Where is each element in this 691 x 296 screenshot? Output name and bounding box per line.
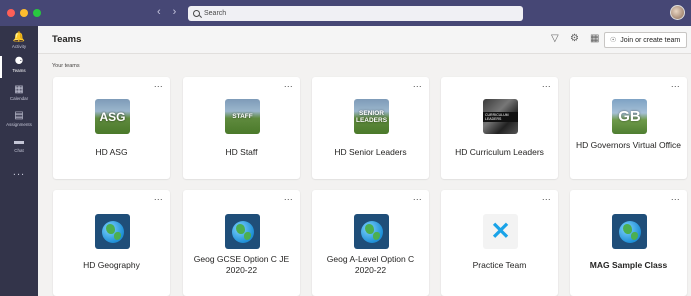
teams-app: ‹ › Search 🔔 Activity ⚈ Teams ▦ Calendar… <box>0 0 691 296</box>
team-name: HD Geography <box>83 260 140 270</box>
globe-icon <box>231 220 254 243</box>
calendar-icon: ▦ <box>14 84 24 95</box>
page-title: Teams <box>52 34 82 45</box>
team-card[interactable]: ... STAFF HD Staff <box>183 77 300 179</box>
team-logo: ✕ <box>483 214 518 249</box>
join-button-label: Join or create team <box>620 36 681 44</box>
more-options-icon[interactable]: ... <box>284 192 293 202</box>
more-options-icon[interactable]: ... <box>671 192 680 202</box>
team-card[interactable]: ... SENIOR LEADERS HD Senior Leaders <box>312 77 429 179</box>
team-logo <box>354 214 389 249</box>
rail-item-activity[interactable]: 🔔 Activity <box>0 32 38 49</box>
team-name: MAG Sample Class <box>589 260 668 270</box>
gear-icon[interactable]: ⚙ <box>570 34 580 44</box>
manage-teams-icon[interactable]: ▦ <box>590 34 600 44</box>
more-options-icon[interactable]: ... <box>542 79 551 89</box>
team-name: HD ASG <box>95 147 128 157</box>
team-name: HD Governors Virtual Office <box>575 140 682 150</box>
rail-item-teams[interactable]: ⚈ Teams <box>0 56 38 78</box>
teams-icon: ⚈ <box>14 56 24 67</box>
team-card[interactable]: ... GB HD Governors Virtual Office <box>570 77 687 179</box>
more-options-icon[interactable]: ... <box>671 79 680 89</box>
team-name: HD Staff <box>225 147 258 157</box>
team-card[interactable]: ... CURRICULUM LEADERS HD Curriculum Lea… <box>441 77 558 179</box>
team-name: HD Senior Leaders <box>334 147 407 157</box>
more-options-icon[interactable]: ... <box>154 79 163 89</box>
globe-icon <box>618 220 641 243</box>
rail-item-label: Activity <box>11 44 27 49</box>
team-card[interactable]: ... Geog GCSE Option C JE 2020-22 <box>183 190 300 296</box>
add-people-icon: ☉ <box>610 37 617 44</box>
window-controls <box>7 9 41 17</box>
logo-text: STAFF <box>232 113 253 120</box>
avatar[interactable] <box>670 5 685 20</box>
more-options-icon[interactable]: ... <box>413 192 422 202</box>
team-logo: CURRICULUM LEADERS <box>483 99 518 134</box>
chat-icon: ▬ <box>14 136 24 147</box>
teams-header: Teams ▽ ⚙ ▦ ☉ Join or create team <box>38 26 691 54</box>
logo-text: GB <box>618 108 641 125</box>
tools-icon: ✕ <box>490 218 511 245</box>
rail-item-label: Teams <box>12 68 26 73</box>
globe-icon <box>360 220 383 243</box>
maximize-window-button[interactable] <box>33 9 41 17</box>
team-name: Geog A-Level Option C 2020-22 <box>326 254 415 275</box>
rail-item-label: Assignments <box>6 122 32 127</box>
forward-arrow-icon[interactable]: › <box>173 7 177 18</box>
rail-item-assignments[interactable]: ▤ Assignments <box>0 110 38 127</box>
search-input[interactable]: Search <box>188 6 523 21</box>
team-logo: STAFF <box>225 99 260 134</box>
team-card[interactable]: ... MAG Sample Class <box>570 190 687 296</box>
team-logo <box>612 214 647 249</box>
rail-item-label: Chat <box>14 148 24 153</box>
filter-icon[interactable]: ▽ <box>551 34 561 44</box>
history-nav: ‹ › <box>157 7 176 18</box>
team-card[interactable]: ... ASG HD ASG <box>53 77 170 179</box>
team-name: HD Curriculum Leaders <box>455 147 544 157</box>
team-card[interactable]: ... ✕ Practice Team <box>441 190 558 296</box>
team-logo <box>225 214 260 249</box>
search-icon <box>193 10 200 17</box>
team-logo: GB <box>612 99 647 134</box>
minimize-window-button[interactable] <box>20 9 28 17</box>
rail-item-label: Calendar <box>9 96 29 101</box>
logo-text: ASG <box>99 109 126 124</box>
assignments-icon: ▤ <box>14 110 24 121</box>
bell-icon: 🔔 <box>12 32 26 43</box>
logo-text: SENIOR LEADERS <box>355 109 388 124</box>
back-arrow-icon[interactable]: ‹ <box>157 7 161 18</box>
title-bar: ‹ › Search <box>0 0 691 26</box>
team-card[interactable]: ... HD Geography <box>53 190 170 296</box>
rail-item-chat[interactable]: ▬ Chat <box>0 136 38 153</box>
more-options-icon[interactable]: ... <box>284 79 293 89</box>
team-logo: ASG <box>95 99 130 134</box>
globe-icon <box>101 220 124 243</box>
team-card[interactable]: ... Geog A-Level Option C 2020-22 <box>312 190 429 296</box>
team-logo: SENIOR LEADERS <box>354 99 389 134</box>
team-name: Practice Team <box>472 260 527 270</box>
section-label: Your teams <box>52 63 80 69</box>
team-name: Geog GCSE Option C JE 2020-22 <box>193 254 290 275</box>
more-apps-button[interactable]: ... <box>0 166 38 178</box>
logo-text: CURRICULUM LEADERS <box>483 111 518 122</box>
search-placeholder: Search <box>204 10 227 17</box>
close-window-button[interactable] <box>7 9 15 17</box>
rail-item-calendar[interactable]: ▦ Calendar <box>0 84 38 101</box>
more-options-icon[interactable]: ... <box>413 79 422 89</box>
team-logo <box>95 214 130 249</box>
more-options-icon[interactable]: ... <box>154 192 163 202</box>
more-options-icon[interactable]: ... <box>542 192 551 202</box>
app-rail: 🔔 Activity ⚈ Teams ▦ Calendar ▤ Assignme… <box>0 26 38 296</box>
join-or-create-team-button[interactable]: ☉ Join or create team <box>604 32 687 48</box>
